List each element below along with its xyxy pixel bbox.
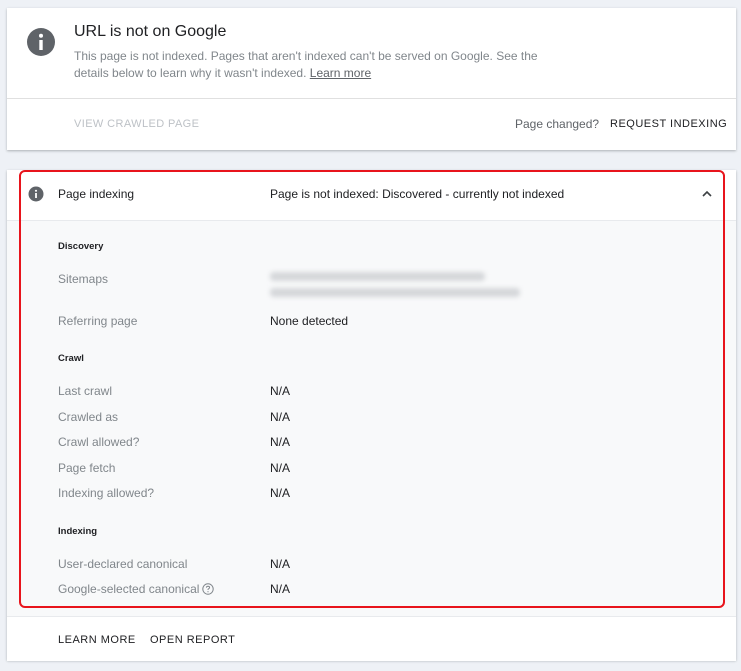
page-indexing-card: Page indexing Page is not indexed: Disco…: [7, 170, 736, 661]
status-description: This page is not indexed. Pages that are…: [74, 48, 544, 82]
page-fetch-value: N/A: [270, 461, 291, 475]
last-crawl-value: N/A: [270, 384, 291, 398]
status-description-text: This page is not indexed. Pages that are…: [74, 49, 538, 80]
request-indexing-button[interactable]: REQUEST INDEXING: [610, 118, 727, 130]
google-canonical-label-text: Google-selected canonical: [58, 582, 200, 596]
sitemaps-label: Sitemaps: [58, 272, 109, 286]
referring-page-value: None detected: [270, 314, 349, 328]
user-canonical-label: User-declared canonical: [58, 557, 188, 571]
divider: [7, 98, 736, 99]
chevron-up-icon[interactable]: [701, 188, 713, 200]
learn-more-button[interactable]: LEARN MORE: [58, 634, 136, 646]
page-indexing-header[interactable]: Page indexing Page is not indexed: Disco…: [7, 170, 736, 221]
help-icon[interactable]: [202, 583, 215, 595]
view-crawled-page-button[interactable]: VIEW CRAWLED PAGE: [74, 118, 199, 130]
url-status-card: URL is not on Google This page is not in…: [7, 8, 736, 150]
indexing-allowed-label: Indexing allowed?: [58, 486, 155, 500]
open-report-button[interactable]: OPEN REPORT: [150, 634, 235, 646]
info-icon: [27, 28, 55, 56]
google-canonical-value: N/A: [270, 582, 291, 596]
last-crawl-label: Last crawl: [58, 384, 113, 398]
page-indexing-details: Discovery Sitemaps Referring page None d…: [7, 221, 736, 616]
page-fetch-label: Page fetch: [58, 461, 116, 475]
learn-more-link[interactable]: Learn more: [310, 66, 371, 80]
crawl-allowed-label: Crawl allowed?: [58, 435, 140, 449]
page-indexing-status: Page is not indexed: Discovered - curren…: [270, 187, 565, 201]
crawled-as-label: Crawled as: [58, 410, 119, 424]
page-indexing-label: Page indexing: [58, 187, 135, 201]
google-canonical-label: Google-selected canonical: [58, 582, 215, 596]
page-indexing-footer: LEARN MORE OPEN REPORT: [7, 616, 736, 661]
page-changed-label: Page changed?: [515, 117, 600, 131]
crawl-allowed-value: N/A: [270, 435, 291, 449]
section-title-crawl: Crawl: [58, 353, 84, 364]
section-title-discovery: Discovery: [58, 241, 104, 252]
status-title: URL is not on Google: [74, 23, 227, 40]
section-title-indexing: Indexing: [58, 526, 98, 537]
user-canonical-value: N/A: [270, 557, 291, 571]
referring-page-label: Referring page: [58, 314, 138, 328]
crawled-as-value: N/A: [270, 410, 291, 424]
indexing-allowed-value: N/A: [270, 486, 291, 500]
info-icon: [28, 186, 44, 202]
